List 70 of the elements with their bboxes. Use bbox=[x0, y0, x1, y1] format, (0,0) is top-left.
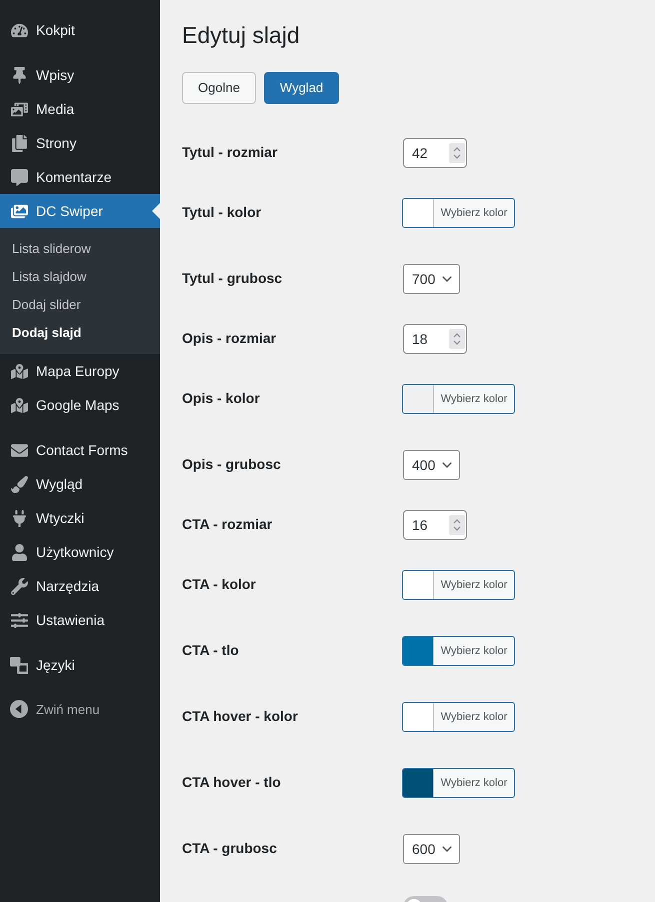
menu-item[interactable]: Contact Forms bbox=[0, 433, 160, 467]
photo-video-icon bbox=[10, 100, 28, 118]
pin-icon bbox=[10, 66, 28, 84]
submenu-item[interactable]: Lista slajdow bbox=[0, 263, 160, 291]
stepper-icon[interactable] bbox=[449, 328, 465, 349]
menu-item[interactable]: Komentarze bbox=[0, 160, 160, 194]
number-field[interactable]: 42 bbox=[403, 138, 467, 168]
number-field[interactable]: 16 bbox=[403, 510, 467, 540]
collapse-menu-button[interactable]: Zwiń menu bbox=[0, 693, 160, 725]
field-label: Opis - kolor bbox=[182, 388, 260, 407]
envelope-icon bbox=[10, 442, 28, 458]
field-label: Tytul - rozmiar bbox=[182, 142, 278, 161]
field-label: CTA - grubosc bbox=[182, 838, 277, 857]
select-field[interactable]: 600 bbox=[403, 834, 460, 864]
sliders-icon bbox=[10, 612, 28, 628]
color-picker-button[interactable]: Wybierz kolor bbox=[402, 570, 515, 600]
menu-item[interactable]: Ustawienia bbox=[0, 603, 160, 637]
gauge-icon bbox=[10, 22, 28, 38]
menu-item[interactable]: Google Maps bbox=[0, 388, 160, 422]
tiles-icon bbox=[10, 656, 28, 674]
pages-icon bbox=[10, 134, 28, 152]
menu-item[interactable]: Wtyczki bbox=[0, 501, 160, 535]
paintbrush-icon bbox=[10, 476, 28, 492]
field-label: CTA - kolor bbox=[182, 574, 256, 593]
collapse-icon bbox=[10, 700, 28, 718]
map-icon bbox=[10, 396, 28, 414]
menu-item[interactable]: Strony bbox=[0, 126, 160, 160]
chevron-down-icon bbox=[442, 276, 452, 282]
color-picker-button[interactable]: Wybierz kolor bbox=[402, 198, 515, 228]
menu-item[interactable]: Media bbox=[0, 92, 160, 126]
submenu-item[interactable]: Dodaj slider bbox=[0, 291, 160, 319]
color-picker-button[interactable]: Wybierz kolor bbox=[402, 636, 515, 666]
map-icon bbox=[10, 362, 28, 380]
chevron-down-icon bbox=[442, 462, 452, 468]
menu-item[interactable]: Mapa Europy bbox=[0, 354, 160, 388]
wrench-icon bbox=[10, 578, 28, 594]
field-label: Opis - rozmiar bbox=[182, 328, 276, 347]
chevron-down-icon bbox=[442, 846, 452, 852]
select-field[interactable]: 400 bbox=[403, 450, 460, 480]
color-picker-button[interactable]: Wybierz kolor bbox=[402, 702, 515, 732]
plug-icon bbox=[10, 510, 28, 526]
field-label: CTA hover - kolor bbox=[182, 706, 298, 725]
menu-item[interactable]: Wpisy bbox=[0, 58, 160, 92]
tab[interactable]: Wyglad bbox=[264, 72, 340, 104]
number-field[interactable]: 18 bbox=[403, 324, 467, 354]
field-label: Opis - grubosc bbox=[182, 454, 281, 473]
menu-item[interactable]: Wygląd bbox=[0, 467, 160, 501]
images-icon bbox=[10, 202, 28, 220]
stepper-icon[interactable] bbox=[449, 514, 465, 535]
color-picker-button[interactable]: Wybierz kolor bbox=[402, 384, 515, 414]
user-icon bbox=[10, 544, 28, 560]
menu-item[interactable]: Języki bbox=[0, 648, 160, 682]
field-label: CTA - tlo bbox=[182, 640, 239, 659]
page-title: Edytuj slajd bbox=[182, 21, 300, 50]
comment-icon bbox=[10, 168, 28, 186]
menu-item[interactable]: Użytkownicy bbox=[0, 535, 160, 569]
field-label: Tytul - grubosc bbox=[182, 268, 282, 287]
field-label: CTA - rozmiar bbox=[182, 514, 272, 533]
submenu-item[interactable]: Lista sliderow bbox=[0, 235, 160, 263]
stepper-icon[interactable] bbox=[449, 142, 465, 163]
menu-item[interactable]: Narzędzia bbox=[0, 569, 160, 603]
pointer-icon bbox=[152, 203, 160, 219]
menu-item[interactable]: Kokpit bbox=[0, 13, 160, 47]
field-label: CTA hover - tlo bbox=[182, 772, 281, 791]
tab[interactable]: Ogolne bbox=[182, 72, 256, 104]
color-picker-button[interactable]: Wybierz kolor bbox=[402, 768, 515, 798]
submenu-item[interactable]: Dodaj slajd bbox=[0, 319, 160, 347]
select-field[interactable]: 700 bbox=[403, 264, 460, 294]
menu-item[interactable]: DC Swiper bbox=[0, 194, 160, 228]
field-label: Tytul - kolor bbox=[182, 202, 262, 221]
